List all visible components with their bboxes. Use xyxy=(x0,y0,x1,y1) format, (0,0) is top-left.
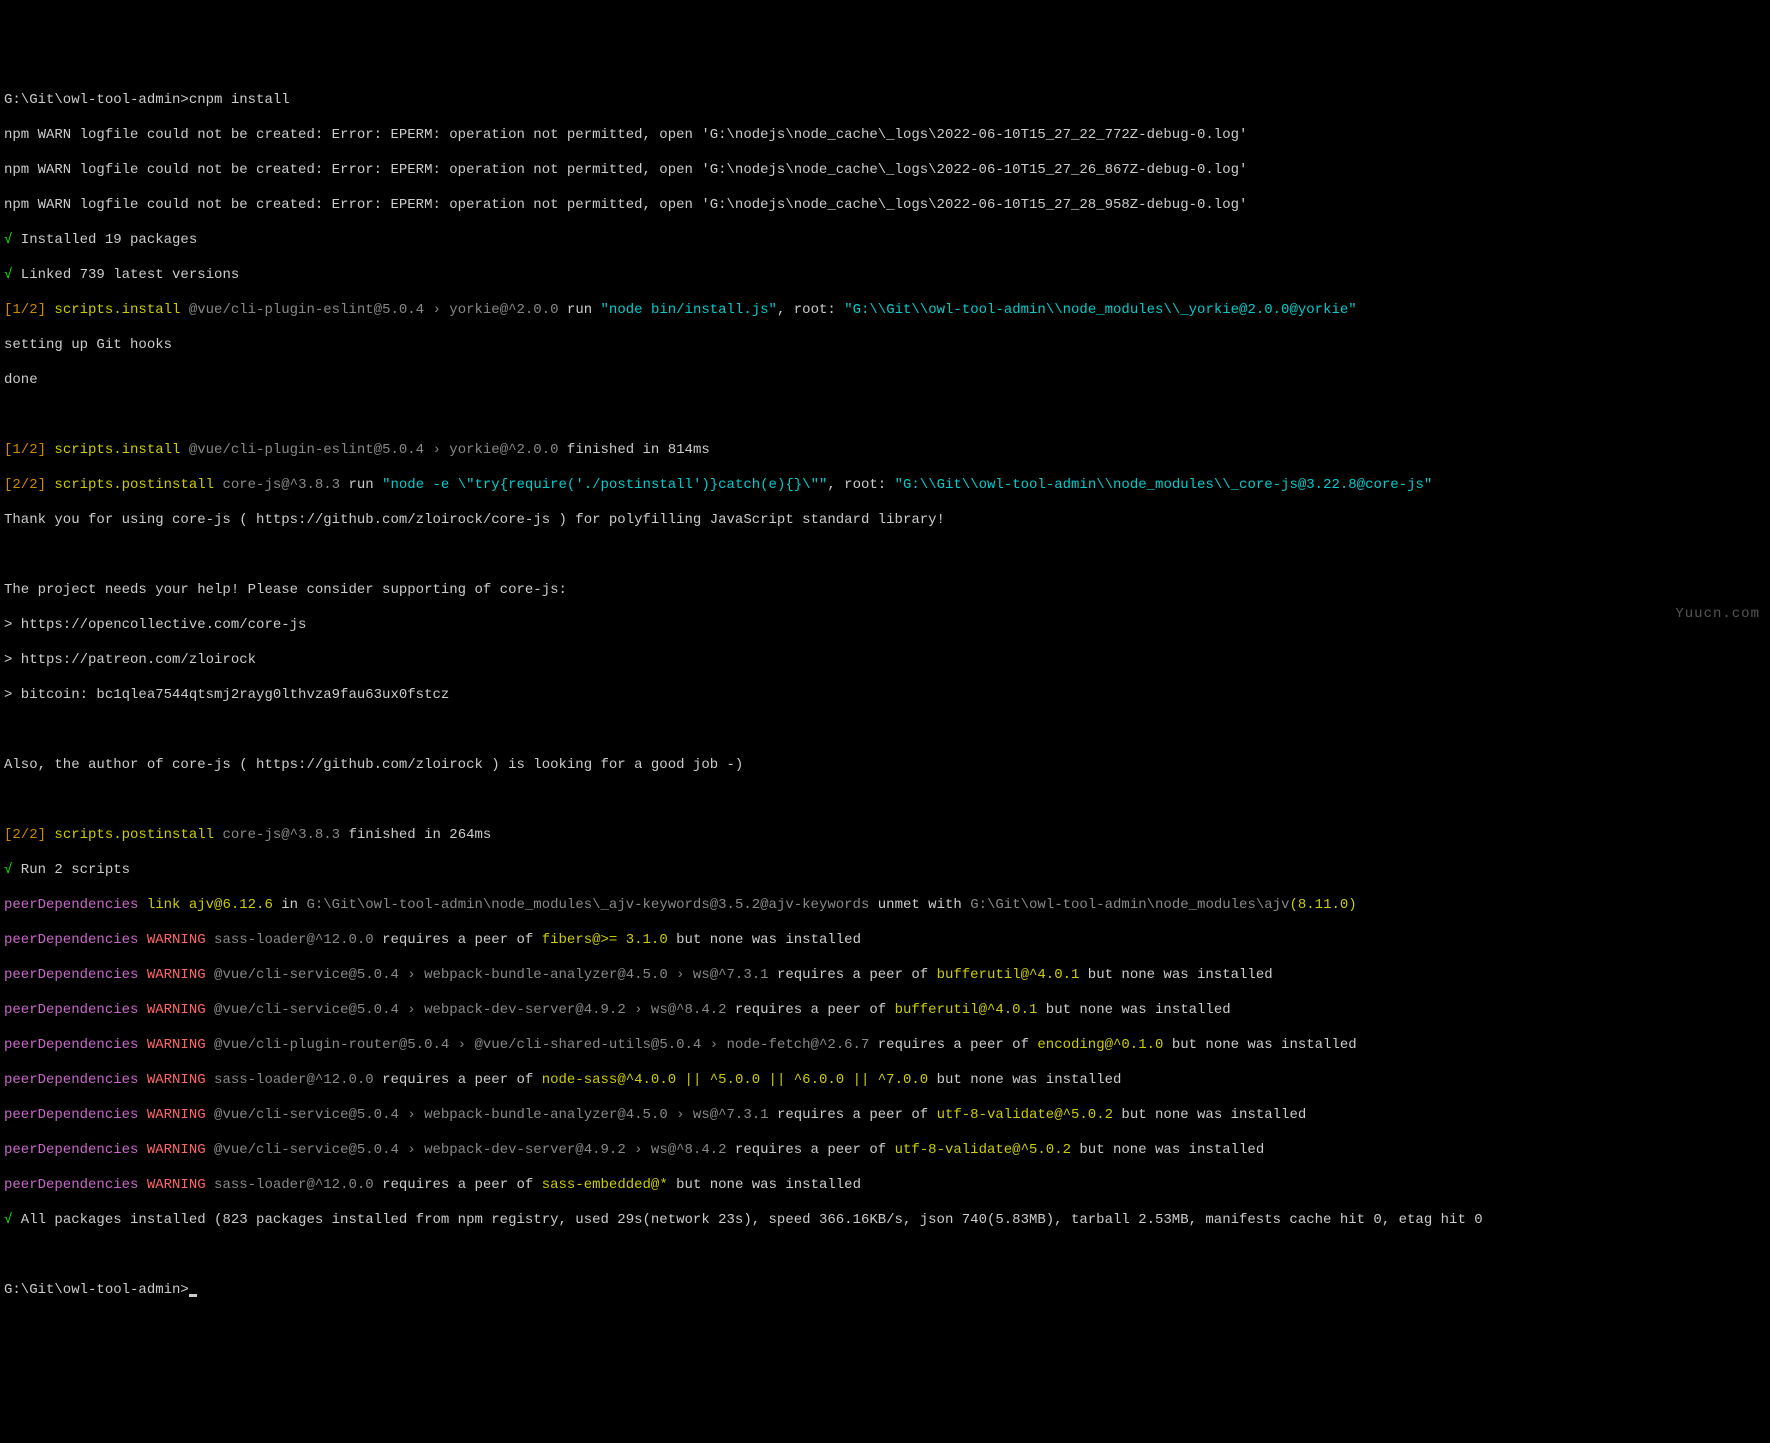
line: setting up Git hooks xyxy=(4,337,1766,355)
line: npm WARN logfile could not be created: E… xyxy=(4,162,1766,180)
line: [1/2] scripts.install @vue/cli-plugin-es… xyxy=(4,442,1766,460)
line: [2/2] scripts.postinstall core-js@^3.8.3… xyxy=(4,827,1766,845)
line xyxy=(4,722,1766,740)
line: peerDependencies WARNING @vue/cli-servic… xyxy=(4,1107,1766,1125)
line xyxy=(4,547,1766,565)
line: The project needs your help! Please cons… xyxy=(4,582,1766,600)
line: G:\Git\owl-tool-admin> xyxy=(4,1282,1766,1300)
line xyxy=(4,1247,1766,1265)
line: peerDependencies WARNING @vue/cli-servic… xyxy=(4,967,1766,985)
line xyxy=(4,792,1766,810)
line: > bitcoin: bc1qlea7544qtsmj2rayg0lthvza9… xyxy=(4,687,1766,705)
watermark: Yuucn.com xyxy=(1675,606,1760,624)
line: √ Installed 19 packages xyxy=(4,232,1766,250)
line: peerDependencies link ajv@6.12.6 in G:\G… xyxy=(4,897,1766,915)
line: √ Linked 739 latest versions xyxy=(4,267,1766,285)
terminal-output[interactable]: G:\Git\owl-tool-admin>cnpm install npm W… xyxy=(4,74,1766,1317)
line: √ Run 2 scripts xyxy=(4,862,1766,880)
line: Thank you for using core-js ( https://gi… xyxy=(4,512,1766,530)
line: done xyxy=(4,372,1766,390)
line: peerDependencies WARNING @vue/cli-servic… xyxy=(4,1002,1766,1020)
line: > https://patreon.com/zloirock xyxy=(4,652,1766,670)
prompt-path: G:\Git\owl-tool-admin> xyxy=(4,1282,189,1298)
line: Also, the author of core-js ( https://gi… xyxy=(4,757,1766,775)
line: √ All packages installed (823 packages i… xyxy=(4,1212,1766,1230)
line: npm WARN logfile could not be created: E… xyxy=(4,127,1766,145)
line: peerDependencies WARNING sass-loader@^12… xyxy=(4,1177,1766,1195)
line: [2/2] scripts.postinstall core-js@^3.8.3… xyxy=(4,477,1766,495)
prompt-path: G:\Git\owl-tool-admin> xyxy=(4,92,189,108)
line: G:\Git\owl-tool-admin>cnpm install xyxy=(4,92,1766,110)
check-icon: √ xyxy=(4,862,12,878)
line: peerDependencies WARNING sass-loader@^12… xyxy=(4,932,1766,950)
line: peerDependencies WARNING @vue/cli-servic… xyxy=(4,1142,1766,1160)
line: peerDependencies WARNING @vue/cli-plugin… xyxy=(4,1037,1766,1055)
line: npm WARN logfile could not be created: E… xyxy=(4,197,1766,215)
cursor-icon[interactable] xyxy=(189,1294,197,1297)
line xyxy=(4,407,1766,425)
line: peerDependencies WARNING sass-loader@^12… xyxy=(4,1072,1766,1090)
command: cnpm install xyxy=(189,92,290,108)
check-icon: √ xyxy=(4,1212,12,1228)
line: [1/2] scripts.install @vue/cli-plugin-es… xyxy=(4,302,1766,320)
line: > https://opencollective.com/core-js xyxy=(4,617,1766,635)
